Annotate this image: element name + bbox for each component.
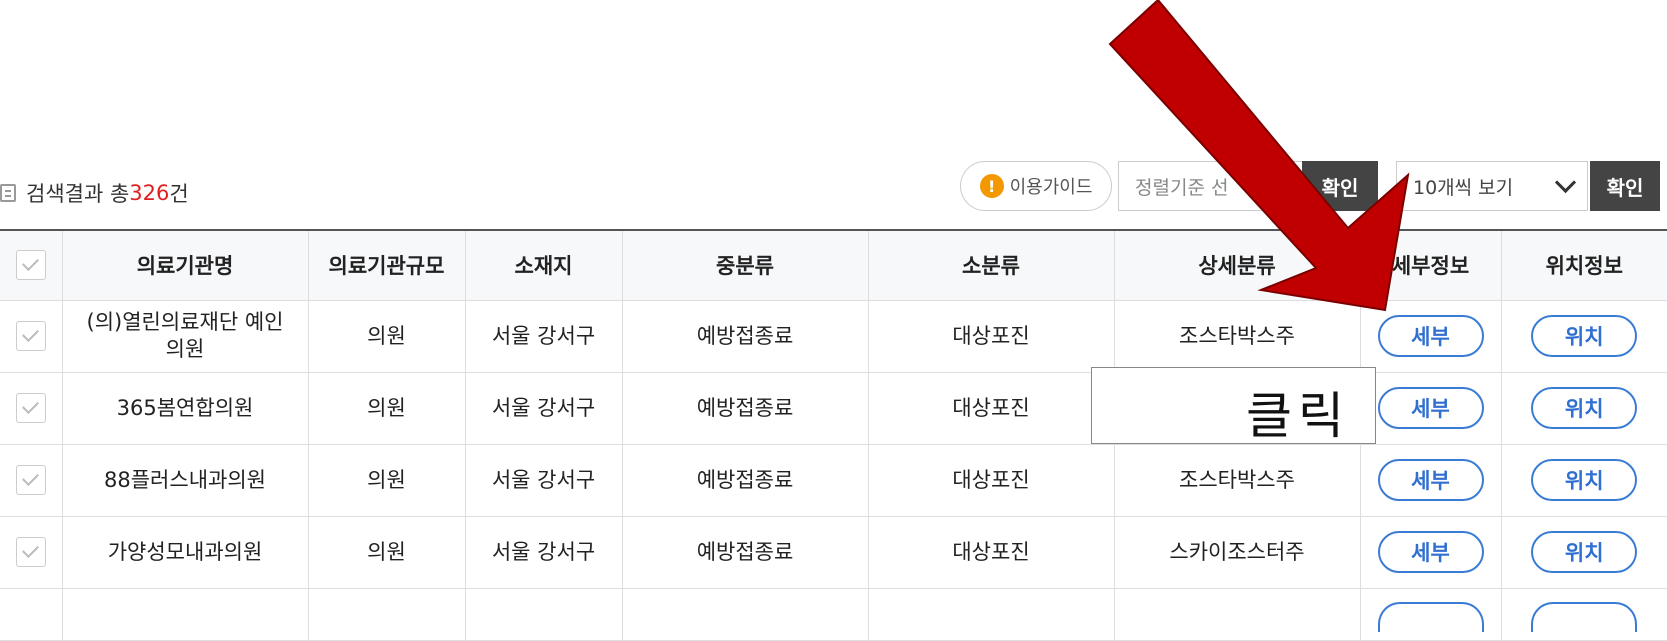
col-header-detail-category: 상세분류 (1114, 230, 1361, 301)
cell-size: 의원 (308, 444, 466, 517)
table-row: (의)열린의료재단 예인의원 의원 서울 강서구 예방접종료 대상포진 조스타박… (0, 300, 1667, 373)
location-button-partial[interactable] (1531, 601, 1638, 632)
location-cell: 위치 (1501, 300, 1667, 373)
cell-mid-category: 예방접종료 (622, 444, 869, 517)
detail-cell: 세부 (1360, 444, 1502, 517)
confirm-button[interactable]: 확인 (1590, 161, 1660, 211)
cell-name: 365봄연합의원 (62, 372, 309, 445)
results-table: 의료기관명 의료기관규모 소재지 중분류 소분류 상세분류 세부정보 위치정보 … (0, 229, 1667, 641)
cell-location: 서울 강서구 (465, 444, 623, 517)
per-page-value: 10개씩 보기 (1413, 176, 1514, 199)
detail-button[interactable]: 세부 (1377, 531, 1484, 573)
select-all-checkbox[interactable] (15, 250, 46, 281)
table-header-row: 의료기관명 의료기관규모 소재지 중분류 소분류 상세분류 세부정보 위치정보 (0, 230, 1667, 301)
list-icon (0, 184, 16, 202)
row-checkbox-cell[interactable] (0, 444, 63, 517)
cell-size: 의원 (308, 300, 466, 373)
location-button[interactable]: 위치 (1531, 459, 1638, 501)
detail-button-partial[interactable] (1377, 601, 1484, 632)
result-suffix: 건 (169, 182, 189, 206)
detail-cell: 세부 (1360, 300, 1502, 373)
cell-sub-category: 대상포진 (868, 300, 1115, 373)
detail-button[interactable]: 세부 (1377, 387, 1484, 429)
cell-detail-category: 스카이조스터주 (1114, 516, 1361, 589)
sort-select[interactable]: 정렬기준 선 (1118, 161, 1324, 211)
col-header-size: 의료기관규모 (308, 230, 466, 301)
cell-mid-category: 예방접종료 (622, 372, 869, 445)
col-header-location: 소재지 (465, 230, 623, 301)
location-cell: 위치 (1501, 372, 1667, 445)
row-checkbox-cell[interactable] (0, 372, 63, 445)
location-cell: 위치 (1501, 516, 1667, 589)
row-checkbox[interactable] (15, 465, 46, 495)
click-annotation-label: 클릭 (1246, 387, 1350, 445)
row-checkbox[interactable] (15, 321, 46, 351)
row-checkbox[interactable] (15, 537, 46, 567)
cell-location: 서울 강서구 (465, 372, 623, 445)
chevron-down-icon (1554, 171, 1577, 193)
cell-mid-category: 예방접종료 (622, 516, 869, 589)
cell-name: 가양성모내과의원 (62, 516, 309, 589)
usage-guide-button[interactable]: ! 이용가이드 (960, 161, 1112, 211)
confirm-label: 확인 (1606, 175, 1644, 200)
table-row: 가양성모내과의원 의원 서울 강서구 예방접종료 대상포진 스카이조스터주 세부… (0, 516, 1667, 589)
col-header-mid-category: 중분류 (622, 230, 869, 301)
col-header-detail-info: 세부정보 (1360, 230, 1502, 301)
col-header-location-info: 위치정보 (1501, 230, 1667, 301)
col-header-name: 의료기관명 (62, 230, 309, 301)
cell-name: 88플러스내과의원 (62, 444, 309, 517)
row-checkbox-cell[interactable] (0, 516, 63, 589)
result-count: 326 (129, 181, 170, 205)
search-result-summary: 검색결과 총 326 건 (0, 178, 189, 208)
cell-sub-category: 대상포진 (868, 372, 1115, 445)
cell-detail-category: 조스타박스주 (1114, 444, 1361, 517)
location-cell: 위치 (1501, 444, 1667, 517)
usage-guide-label: 이용가이드 (1009, 177, 1093, 198)
location-button[interactable]: 위치 (1531, 387, 1638, 429)
detail-button[interactable]: 세부 (1377, 459, 1484, 501)
detail-button[interactable]: 세부 (1377, 315, 1484, 357)
row-checkbox-cell[interactable] (0, 300, 63, 373)
cell-size: 의원 (308, 372, 466, 445)
detail-cell: 세부 (1360, 372, 1502, 445)
cell-location: 서울 강서구 (465, 516, 623, 589)
select-all-cell[interactable] (0, 230, 63, 301)
sort-placeholder: 정렬기준 선 (1135, 176, 1229, 199)
result-prefix: 검색결과 총 (26, 182, 130, 206)
cell-size: 의원 (308, 516, 466, 589)
table-row: 88플러스내과의원 의원 서울 강서구 예방접종료 대상포진 조스타박스주 세부… (0, 444, 1667, 517)
col-header-sub-category: 소분류 (868, 230, 1115, 301)
table-row: 365봄연합의원 의원 서울 강서구 예방접종료 대상포진 세부 위치 (0, 372, 1667, 445)
cell-mid-category: 예방접종료 (622, 300, 869, 373)
detail-cell: 세부 (1360, 516, 1502, 589)
cell-name: (의)열린의료재단 예인의원 (62, 300, 309, 373)
exclamation-icon: ! (979, 174, 1004, 198)
cell-location: 서울 강서구 (465, 300, 623, 373)
cell-sub-category: 대상포진 (868, 516, 1115, 589)
cell-sub-category: 대상포진 (868, 444, 1115, 517)
location-button[interactable]: 위치 (1531, 315, 1638, 357)
cell-detail-category: 조스타박스주 (1114, 300, 1361, 373)
per-page-select[interactable]: 10개씩 보기 (1396, 161, 1588, 211)
row-checkbox[interactable] (15, 393, 46, 423)
sort-confirm-label: 확인 (1321, 175, 1359, 200)
location-button[interactable]: 위치 (1531, 531, 1638, 573)
sort-confirm-button[interactable]: 확인 (1302, 161, 1378, 211)
